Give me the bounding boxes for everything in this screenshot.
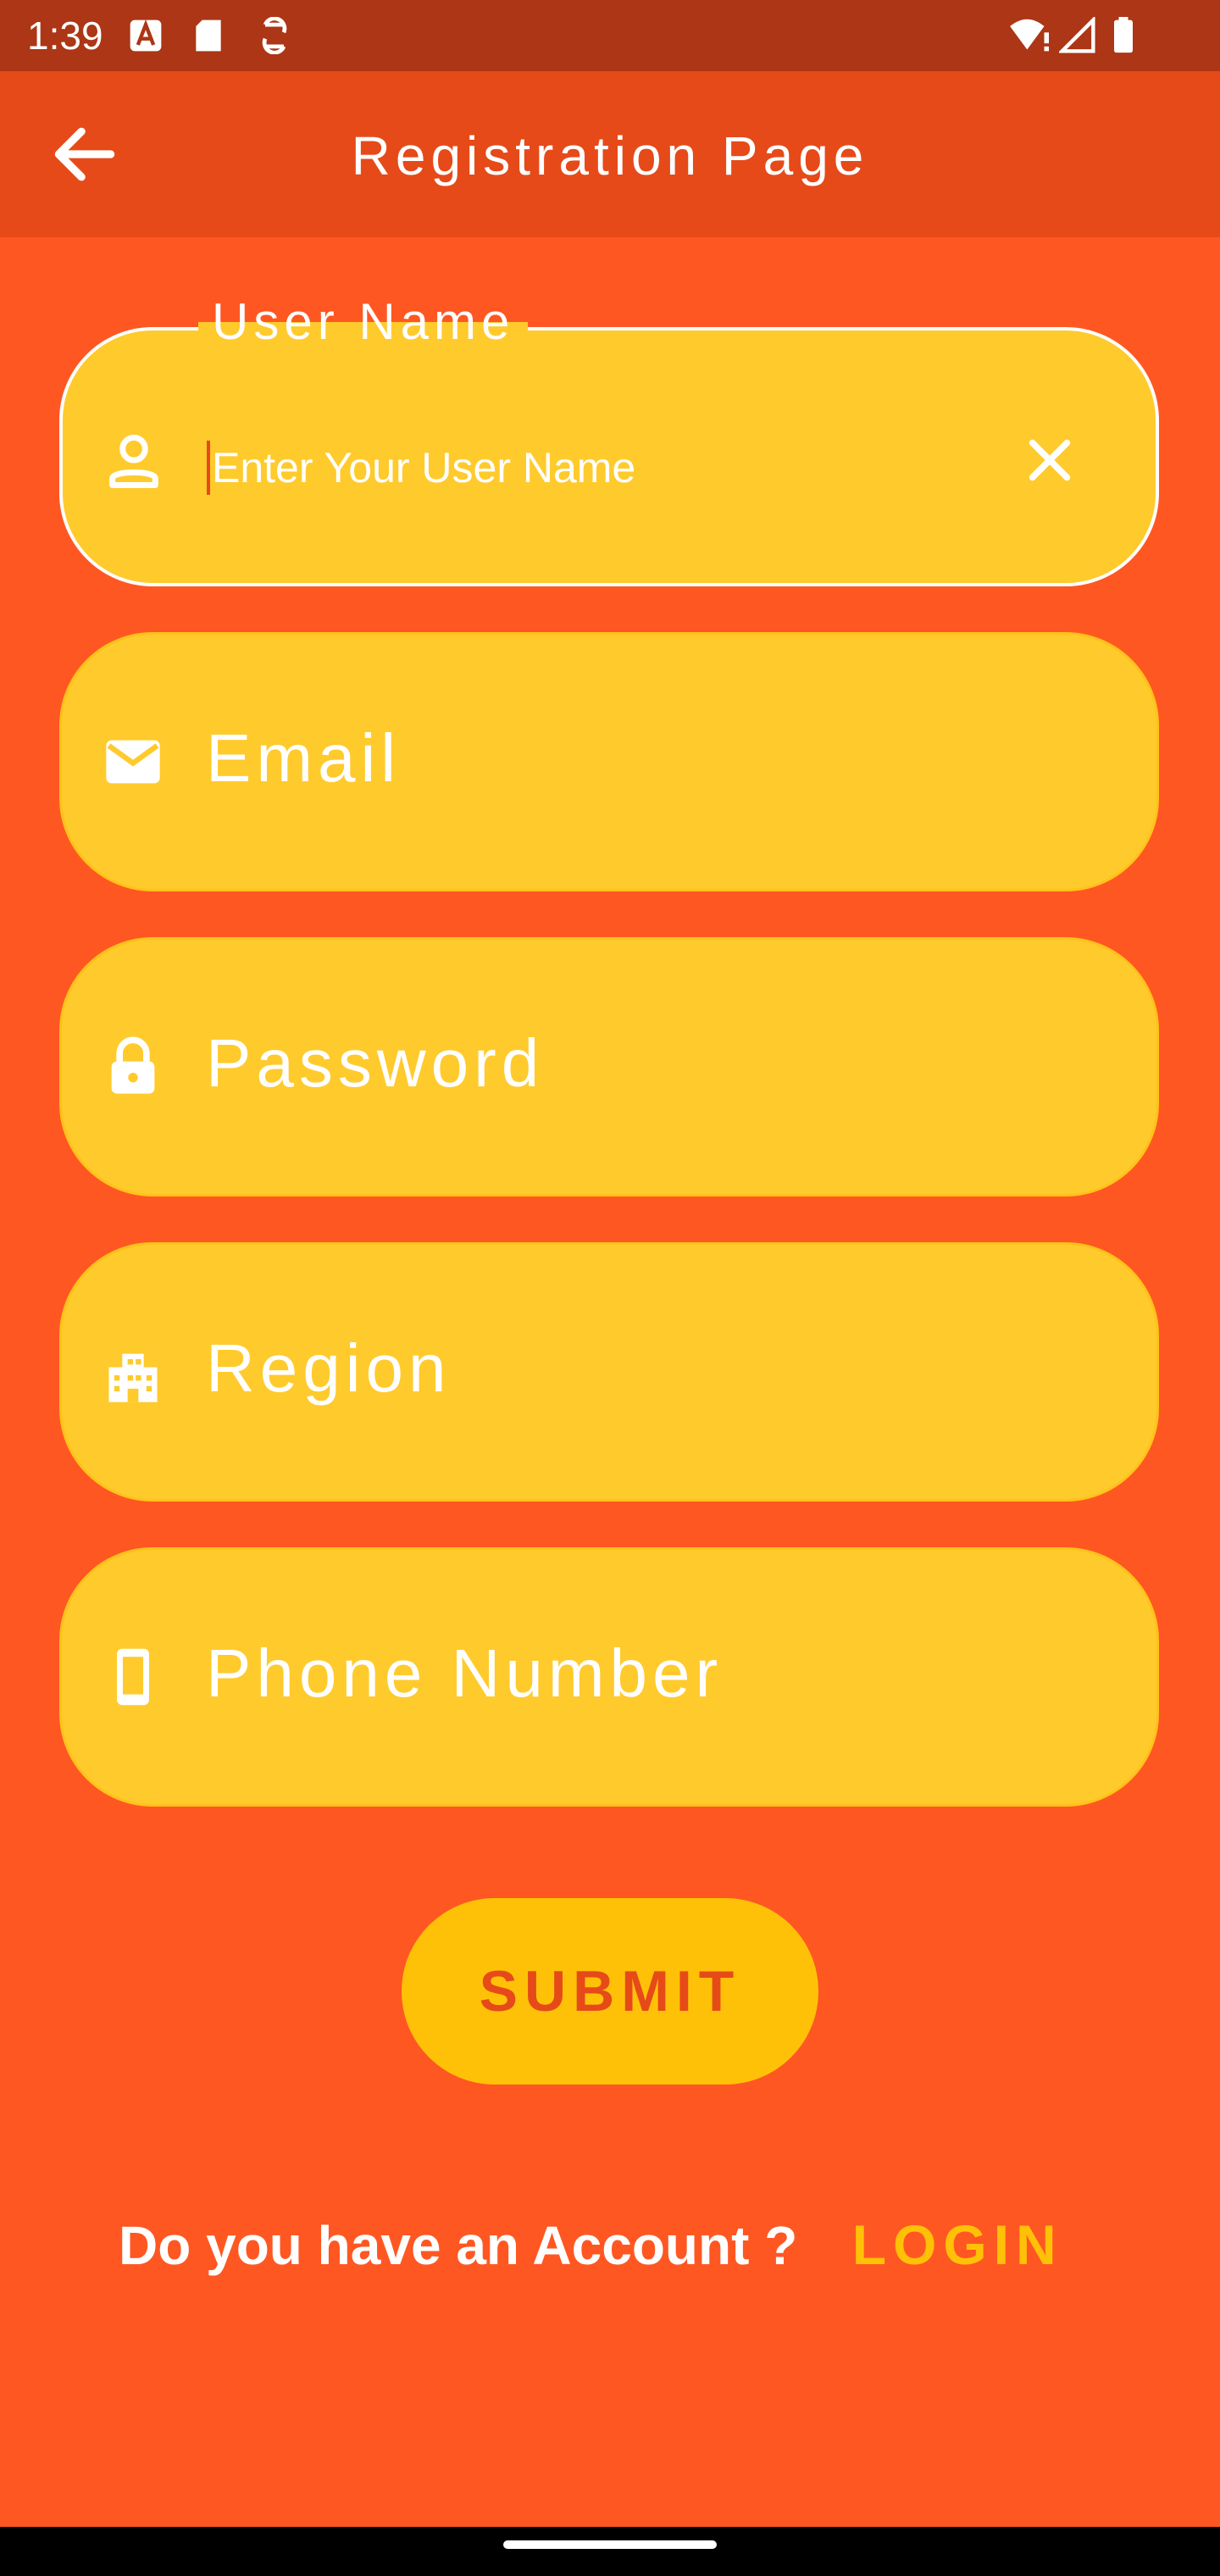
region-field[interactable]: Region xyxy=(59,1242,1159,1502)
sd-card-icon xyxy=(196,19,221,52)
region-input[interactable]: Region xyxy=(206,1328,452,1409)
navigation-bar xyxy=(0,2527,1220,2576)
username-label: User Name xyxy=(198,288,529,356)
login-prompt: Do you have an Account ? LOGIN xyxy=(119,2207,1063,2283)
signal-icon xyxy=(1059,17,1095,53)
sync-icon xyxy=(262,17,287,54)
person-icon xyxy=(109,434,158,488)
phone-field[interactable]: Phone Number xyxy=(59,1547,1159,1807)
status-bar: 1:39 xyxy=(0,0,1220,71)
account-question: Do you have an Account ? xyxy=(119,2215,798,2276)
font-notification-icon xyxy=(130,19,162,52)
battery-icon xyxy=(1114,17,1133,53)
submit-button[interactable]: SUBMIT xyxy=(402,1898,818,2085)
app-bar: Registration Page xyxy=(0,71,1220,237)
login-link[interactable]: LOGIN xyxy=(852,2213,1063,2276)
mail-icon xyxy=(106,740,160,784)
password-field[interactable]: Password xyxy=(59,937,1159,1196)
clear-icon[interactable] xyxy=(1020,430,1079,490)
status-time: 1:39 xyxy=(27,14,103,58)
phone-input[interactable]: Phone Number xyxy=(206,1633,723,1714)
password-input[interactable]: Password xyxy=(206,1023,544,1104)
email-input[interactable]: Email xyxy=(206,718,401,799)
wifi-icon xyxy=(1010,19,1049,52)
username-field[interactable]: User Name Enter Your User Name xyxy=(59,288,1159,586)
smartphone-icon xyxy=(117,1648,149,1706)
username-input[interactable]: Enter Your User Name xyxy=(207,441,635,495)
lock-icon xyxy=(111,1036,155,1094)
email-field[interactable]: Email xyxy=(59,632,1159,891)
building-icon xyxy=(108,1353,158,1402)
page-title: Registration Page xyxy=(351,125,869,186)
home-gesture-handle[interactable] xyxy=(503,2540,717,2549)
